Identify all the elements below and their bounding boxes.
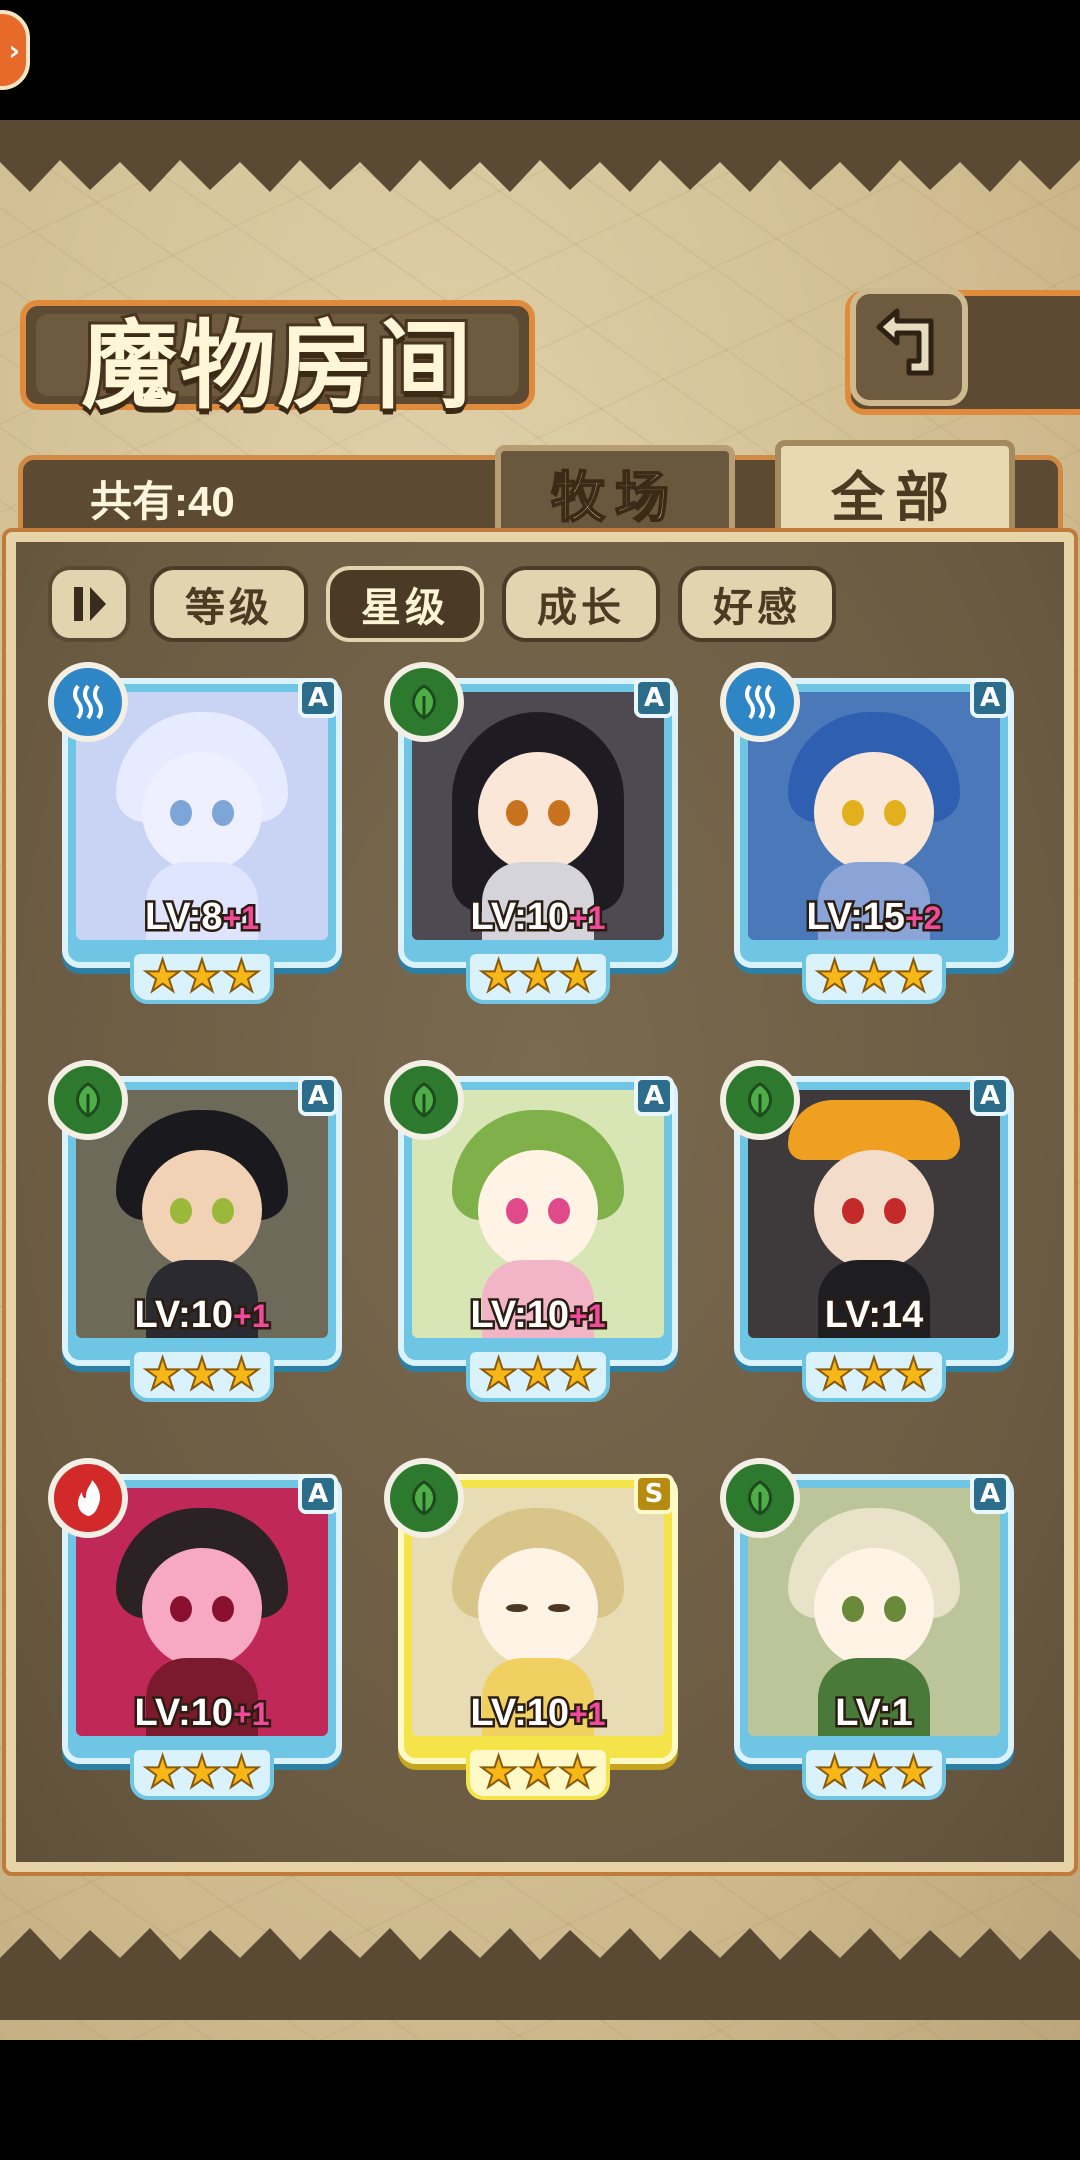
sort-by-star-button[interactable]: 星级 (326, 566, 484, 642)
sort-by-affection-button[interactable]: 好感 (678, 566, 836, 642)
sort-by-growth-button[interactable]: 成长 (502, 566, 660, 642)
star-rating: ★ ★ ★ (130, 950, 274, 1004)
leaf-icon (720, 1060, 800, 1140)
back-button[interactable] (850, 288, 968, 406)
monster-card[interactable]: A LV:10+1 ★ ★ ★ (384, 1060, 688, 1406)
sort-direction-icon (74, 587, 106, 621)
leaf-icon (720, 1458, 800, 1538)
rarity-badge: A (298, 1474, 338, 1514)
page-title: 魔物房间 (79, 306, 475, 425)
arrow-right-icon: › (8, 34, 20, 67)
monster-card[interactable]: A LV:1 ★ ★ ★ (720, 1458, 1024, 1804)
water-icon (48, 662, 128, 742)
level-label: LV:10+1 (132, 1690, 272, 1737)
fire-icon (48, 1458, 128, 1538)
tab-ranch[interactable]: 牧场 (495, 445, 735, 540)
star-rating: ★ ★ ★ (466, 1348, 610, 1402)
monster-card[interactable]: A LV:10+1 ★ ★ ★ (48, 1458, 352, 1804)
rarity-badge: A (634, 678, 674, 718)
star-rating: ★ ★ ★ (466, 1746, 610, 1800)
monster-count: 共有:40 (90, 478, 235, 525)
leaf-icon (384, 662, 464, 742)
rarity-badge: A (298, 678, 338, 718)
rarity-badge: S (634, 1474, 674, 1514)
monster-card[interactable]: A LV:14 ★ ★ ★ (720, 1060, 1024, 1406)
star-rating: ★ ★ ★ (802, 1746, 946, 1800)
star-rating: ★ ★ ★ (802, 950, 946, 1004)
torn-edge-top (0, 120, 1080, 192)
level-label: LV:8+1 (143, 894, 262, 941)
sort-by-level-button[interactable]: 等级 (150, 566, 308, 642)
return-arrow-icon (876, 308, 934, 376)
level-label: LV:15+2 (804, 894, 944, 941)
title-plate: 魔物房间 (20, 300, 535, 425)
monster-card[interactable]: A LV:15+2 ★ ★ ★ (720, 662, 1024, 1008)
level-label: LV:10+1 (468, 1690, 608, 1737)
monster-card[interactable]: A LV:10+1 ★ ★ ★ (48, 1060, 352, 1406)
leaf-icon (48, 1060, 128, 1140)
star-rating: ★ ★ ★ (466, 950, 610, 1004)
bottom-black-bar (0, 2040, 1080, 2160)
top-black-bar (0, 0, 1080, 120)
star-rating: ★ ★ ★ (130, 1746, 274, 1800)
level-label: LV:10+1 (468, 1292, 608, 1339)
level-label: LV:10+1 (468, 894, 608, 941)
sort-order-toggle[interactable] (48, 566, 130, 642)
rarity-badge: A (298, 1076, 338, 1116)
star-rating: ★ ★ ★ (802, 1348, 946, 1402)
monster-card[interactable]: S LV:10+1 ★ ★ ★ (384, 1458, 688, 1804)
rarity-badge: A (970, 1474, 1010, 1514)
tab-all[interactable]: 全部 (775, 440, 1015, 545)
leaf-icon (384, 1060, 464, 1140)
monster-card[interactable]: A LV:10+1 ★ ★ ★ (384, 662, 688, 1008)
rarity-badge: A (970, 1076, 1010, 1116)
water-icon (720, 662, 800, 742)
rarity-badge: A (970, 678, 1010, 718)
level-label: LV:1 (833, 1690, 915, 1737)
leaf-icon (384, 1458, 464, 1538)
level-label: LV:10+1 (132, 1292, 272, 1339)
monster-card[interactable]: A LV:8+1 ★ ★ ★ (48, 662, 352, 1008)
torn-edge-bottom (0, 1928, 1080, 2020)
star-rating: ★ ★ ★ (130, 1348, 274, 1402)
level-label: LV:14 (822, 1292, 926, 1339)
rarity-badge: A (634, 1076, 674, 1116)
